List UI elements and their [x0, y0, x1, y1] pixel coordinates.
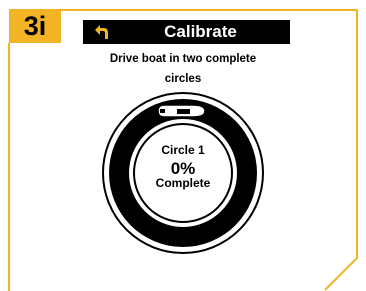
- progress-percent: 0%: [170, 159, 196, 178]
- instruction-text: Drive boat in two complete circles: [70, 49, 296, 89]
- instruction-line-2: circles: [164, 73, 202, 85]
- page-title: Calibrate: [164, 22, 237, 41]
- boat-icon: [157, 104, 206, 118]
- progress-readout: Circle 1 0% Complete: [136, 143, 230, 190]
- circle-label: Circle 1: [161, 143, 205, 157]
- step-badge: 3i: [9, 9, 61, 43]
- complete-label: Complete: [155, 176, 211, 190]
- title-bar: Calibrate: [83, 20, 290, 44]
- instruction-line-1: Drive boat in two complete: [109, 53, 257, 65]
